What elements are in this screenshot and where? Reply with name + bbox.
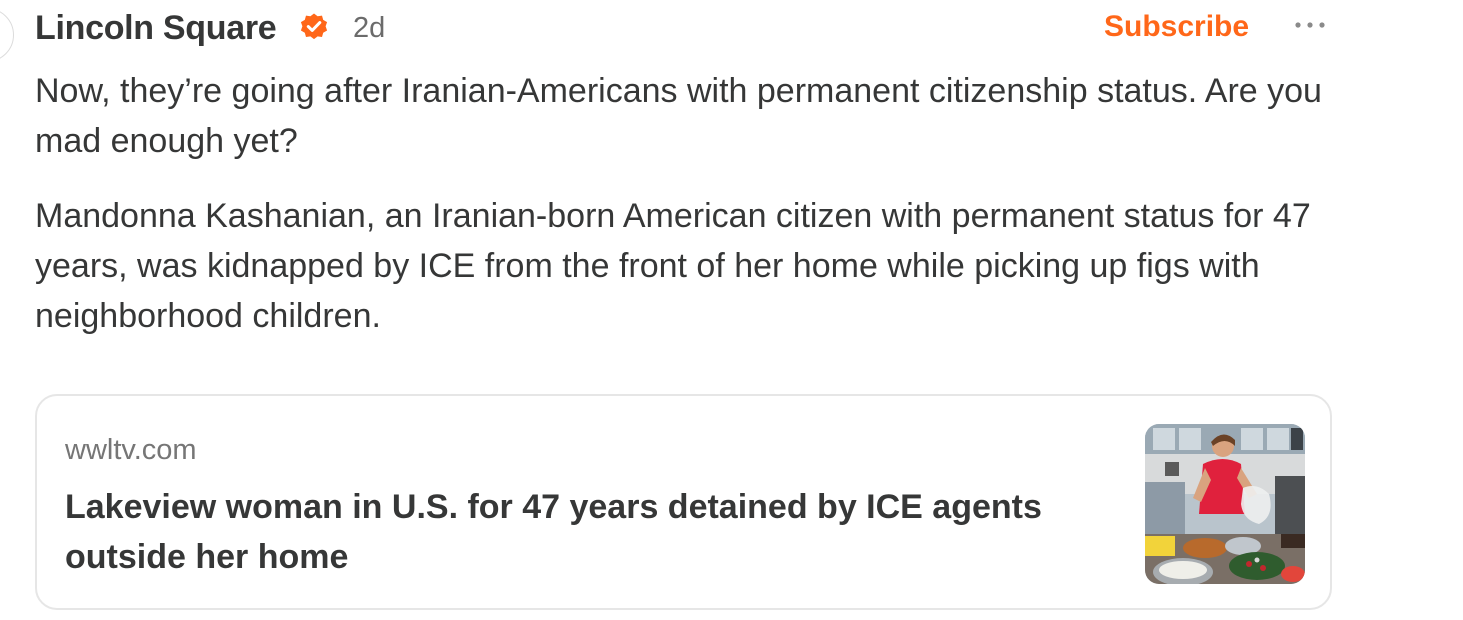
link-thumbnail-image	[1145, 424, 1305, 584]
link-domain: wwltv.com	[65, 434, 197, 466]
author-name[interactable]: Lincoln Square	[35, 9, 277, 48]
note-post: Lincoln Square 2d Subscribe Now, they’re…	[35, 0, 1335, 610]
post-paragraph: Now, they’re going after Iranian-America…	[35, 72, 1322, 160]
post-paragraph: Mandonna Kashanian, an Iranian-born Amer…	[35, 197, 1311, 335]
post-header: Lincoln Square 2d Subscribe	[35, 0, 1335, 58]
link-title: Lakeview woman in U.S. for 47 years deta…	[65, 488, 1042, 576]
subscribe-button[interactable]: Subscribe	[1104, 10, 1249, 44]
avatar[interactable]	[0, 8, 14, 62]
post-timestamp: 2d	[353, 12, 386, 44]
verified-badge-icon	[300, 13, 328, 40]
more-horizontal-icon[interactable]	[1293, 12, 1327, 38]
link-preview-card[interactable]: wwltv.com Lakeview woman in U.S. for 47 …	[35, 394, 1332, 610]
